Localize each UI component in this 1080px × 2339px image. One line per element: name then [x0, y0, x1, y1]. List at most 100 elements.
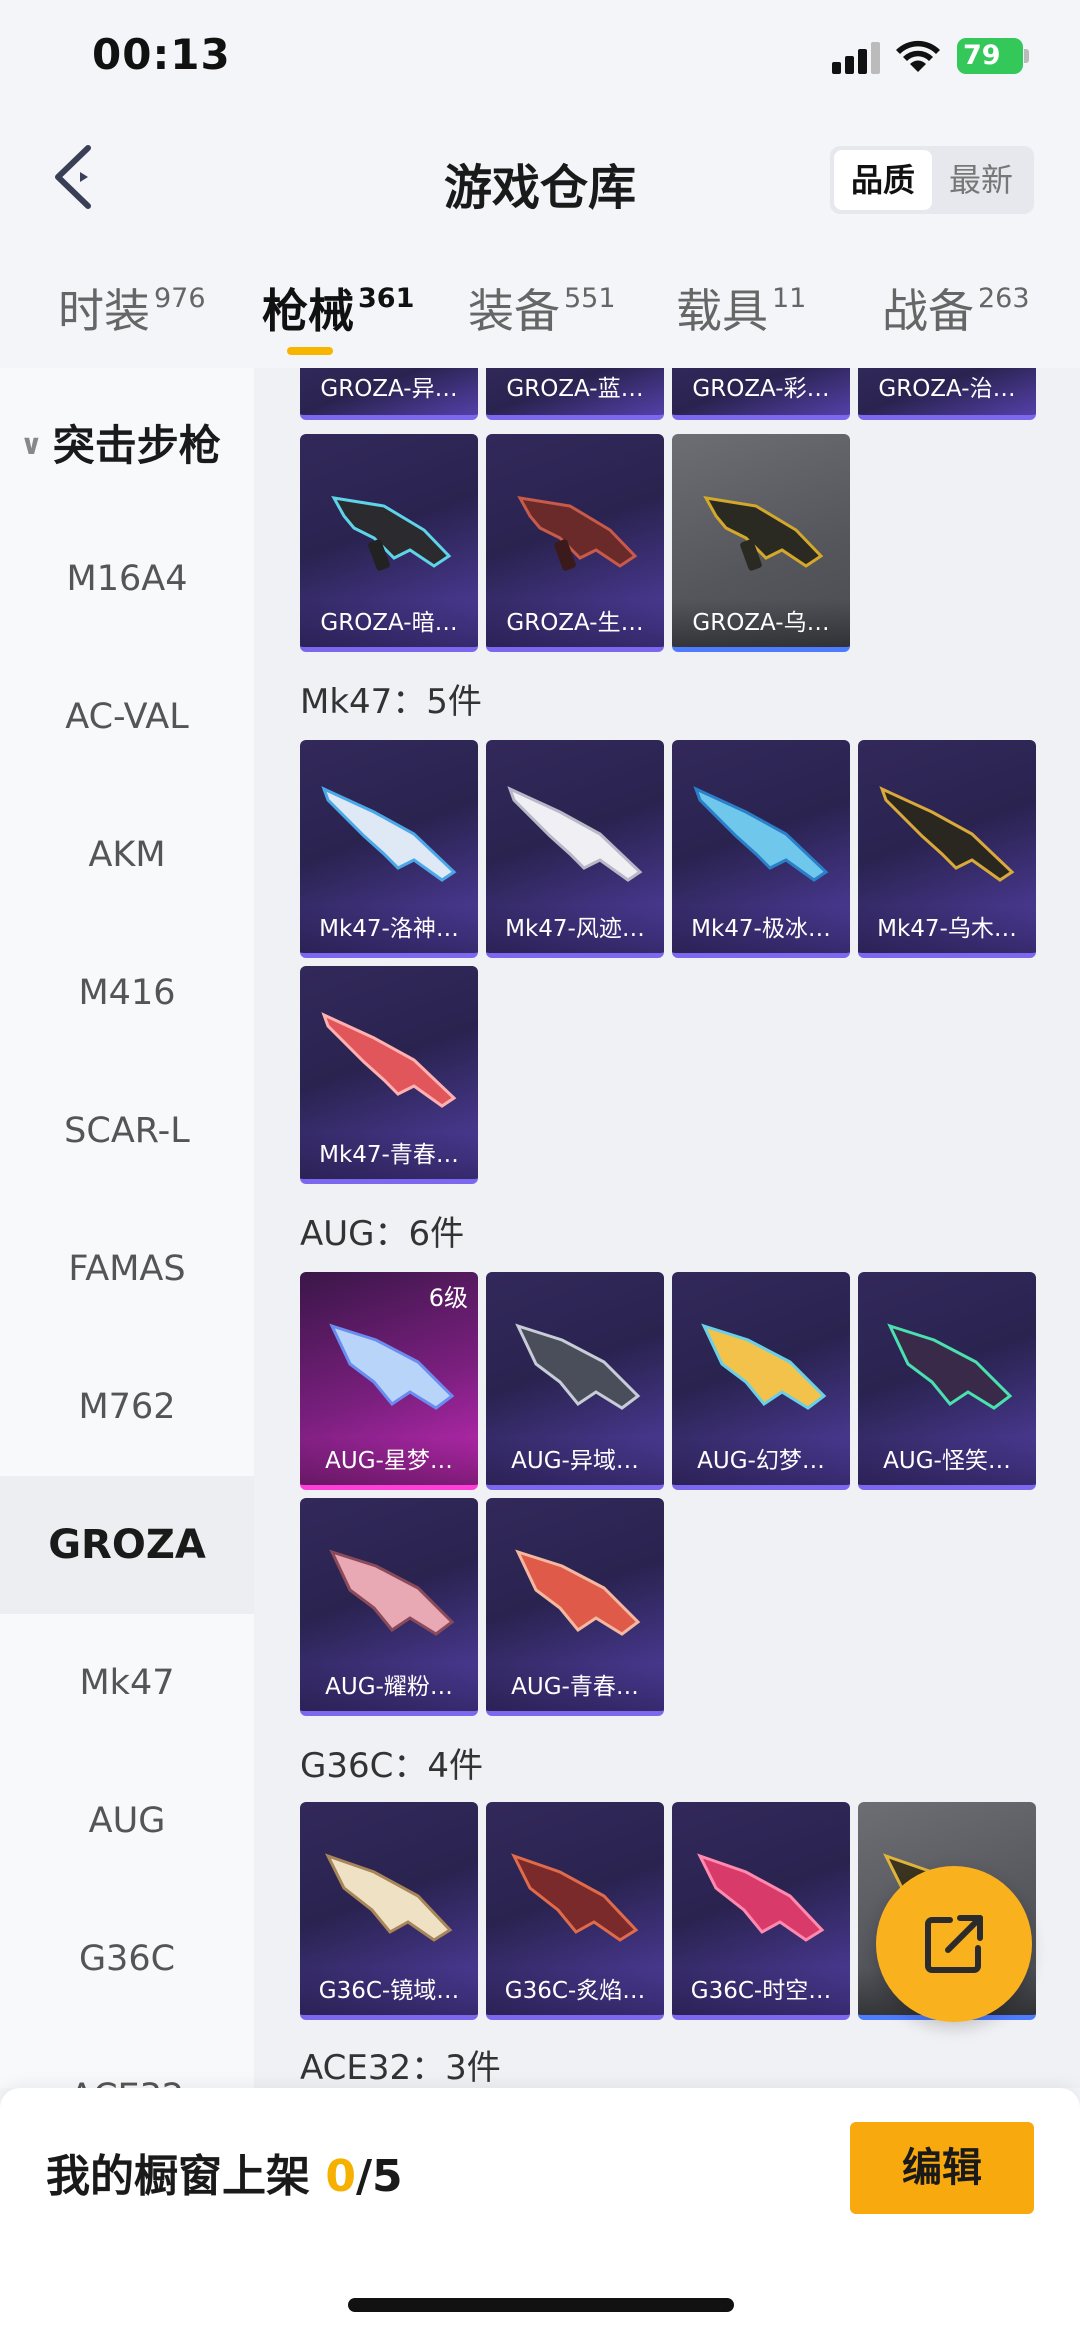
skin-name: G36C-时空…	[672, 1967, 850, 2015]
aug-rifle-icon	[887, 1323, 1013, 1410]
mk47-rifle-icon	[693, 786, 829, 882]
skin-card[interactable]: G36C-时空…	[672, 1802, 850, 2020]
mk47-rifle-icon	[879, 786, 1015, 882]
skin-card[interactable]: GROZA-乌…	[672, 434, 850, 652]
sidebar-item-mk47[interactable]: Mk47	[0, 1614, 254, 1752]
section-title-aug: AUG：6件	[300, 1214, 465, 1254]
skin-card[interactable]: 6级 AUG-星梦…	[300, 1272, 478, 1490]
sort-toggle: 品质 最新	[830, 146, 1034, 214]
category-tabs: 时装 976 枪械 361 装备 551 载具 11 战备 263	[0, 265, 1080, 365]
sidebar-item-m416[interactable]: M416	[0, 924, 254, 1062]
sort-newest-button[interactable]: 最新	[932, 150, 1030, 210]
tab-supplies[interactable]: 战备 263	[882, 275, 1030, 341]
g36c-rifle-icon	[511, 1853, 639, 1942]
skin-card[interactable]: GROZA-彩…	[672, 368, 850, 420]
skin-name: Mk47-青春…	[300, 1131, 478, 1179]
skin-name: AUG-耀粉…	[300, 1663, 478, 1711]
skin-card[interactable]: G36C-镜域…	[300, 1802, 478, 2020]
category-header[interactable]: ∨ 突击步枪	[20, 412, 221, 473]
skin-card[interactable]: AUG-耀粉…	[300, 1498, 478, 1716]
skin-card[interactable]: GROZA-蓝…	[486, 368, 664, 420]
chevron-down-icon: ∨	[20, 428, 43, 461]
tab-count: 551	[564, 283, 616, 314]
tab-label: 装备	[468, 284, 560, 338]
skin-card[interactable]: G36C-炙焰…	[486, 1802, 664, 2020]
skin-card[interactable]: GROZA-治…	[858, 368, 1036, 420]
groza-rifle-icon	[331, 496, 452, 571]
section-title-g36c: G36C：4件	[300, 1746, 483, 1786]
g36c-rifle-icon	[697, 1853, 825, 1942]
skin-name: GROZA-彩…	[692, 376, 830, 402]
skin-name: GROZA-蓝…	[506, 376, 644, 402]
category-label: 突击步枪	[52, 421, 221, 470]
skin-card[interactable]: Mk47-青春…	[300, 966, 478, 1184]
showcase-label: 我的橱窗上架	[46, 2151, 310, 2202]
skin-card[interactable]: GROZA-异…	[300, 368, 478, 420]
sidebar-item-scar-l[interactable]: SCAR-L	[0, 1062, 254, 1200]
skin-name: GROZA-异…	[320, 376, 458, 402]
aug-rifle-icon	[515, 1549, 641, 1636]
skin-card[interactable]: GROZA-生…	[486, 434, 664, 652]
skin-name: AUG-星梦…	[300, 1437, 478, 1485]
cellular-signal-icon	[832, 42, 880, 74]
skin-card[interactable]: AUG-青春…	[486, 1498, 664, 1716]
home-indicator	[348, 2298, 734, 2312]
skin-name: GROZA-治…	[878, 376, 1016, 402]
tab-label: 载具	[676, 284, 768, 338]
showcase-status: 我的橱窗上架 0/5	[46, 2140, 403, 2204]
tab-fashion[interactable]: 时装 976	[58, 275, 206, 341]
aug-rifle-icon	[329, 1323, 455, 1410]
sidebar-item-famas[interactable]: FAMAS	[0, 1200, 254, 1338]
tab-label: 时装	[58, 284, 150, 338]
showcase-total-count: /5	[355, 2151, 403, 2202]
sidebar-item-g36c[interactable]: G36C	[0, 1890, 254, 2028]
battery-indicator: 79	[957, 38, 1023, 74]
mk47-rifle-icon	[321, 1012, 457, 1108]
edit-button[interactable]: 编辑	[850, 2122, 1034, 2214]
groza-rifle-icon	[703, 496, 824, 571]
skin-card[interactable]: Mk47-乌木…	[858, 740, 1036, 958]
weapon-sidebar: ∨ 突击步枪 M16A4 AC-VAL AKM M416 SCAR-L FAMAS…	[0, 368, 254, 2088]
sidebar-item-groza[interactable]: GROZA	[0, 1476, 254, 1614]
skin-name: Mk47-极冰…	[672, 905, 850, 953]
tab-label: 战备	[882, 284, 974, 338]
skin-name: GROZA-暗…	[300, 599, 478, 647]
groza-rifle-icon	[517, 496, 638, 571]
tab-count: 11	[772, 283, 807, 314]
battery-level: 79	[963, 40, 1001, 71]
skin-name: AUG-异域…	[486, 1437, 664, 1485]
share-external-icon	[925, 1915, 983, 1973]
skin-name: G36C-镜域…	[300, 1967, 478, 2015]
share-button[interactable]	[876, 1866, 1032, 2022]
tab-equipment[interactable]: 装备 551	[468, 275, 616, 341]
skin-card[interactable]: AUG-幻梦…	[672, 1272, 850, 1490]
skin-card[interactable]: AUG-异域…	[486, 1272, 664, 1490]
tab-label: 枪械	[262, 284, 354, 338]
sidebar-item-akm[interactable]: AKM	[0, 786, 254, 924]
tab-count: 976	[154, 283, 206, 314]
sort-quality-button[interactable]: 品质	[834, 150, 932, 210]
mk47-rifle-icon	[507, 786, 643, 882]
tab-firearms[interactable]: 枪械 361	[262, 275, 414, 341]
skin-grid: GROZA-异… GROZA-蓝… GROZA-彩… GROZA-治… GROZ…	[254, 368, 1080, 2088]
skin-name: AUG-怪笑…	[858, 1437, 1036, 1485]
skin-card[interactable]: Mk47-风迹…	[486, 740, 664, 958]
tab-count: 361	[358, 283, 415, 314]
skin-name: Mk47-乌木…	[858, 905, 1036, 953]
g36c-rifle-icon	[325, 1853, 453, 1942]
skin-card[interactable]: Mk47-极冰…	[672, 740, 850, 958]
skin-card[interactable]: AUG-怪笑…	[858, 1272, 1036, 1490]
sidebar-item-aug[interactable]: AUG	[0, 1752, 254, 1890]
tab-vehicles[interactable]: 载具 11	[676, 275, 806, 341]
skin-name: AUG-幻梦…	[672, 1437, 850, 1485]
mk47-rifle-icon	[321, 786, 457, 882]
sidebar-item-ac-val[interactable]: AC-VAL	[0, 648, 254, 786]
aug-rifle-icon	[329, 1549, 455, 1636]
skin-card[interactable]: GROZA-暗…	[300, 434, 478, 652]
aug-rifle-icon	[515, 1323, 641, 1410]
sidebar-item-m762[interactable]: M762	[0, 1338, 254, 1476]
sidebar-item-m16a4[interactable]: M16A4	[0, 510, 254, 648]
skin-name: GROZA-生…	[486, 599, 664, 647]
sidebar-item-ace32[interactable]: ACE32	[0, 2028, 254, 2088]
skin-card[interactable]: Mk47-洛神…	[300, 740, 478, 958]
